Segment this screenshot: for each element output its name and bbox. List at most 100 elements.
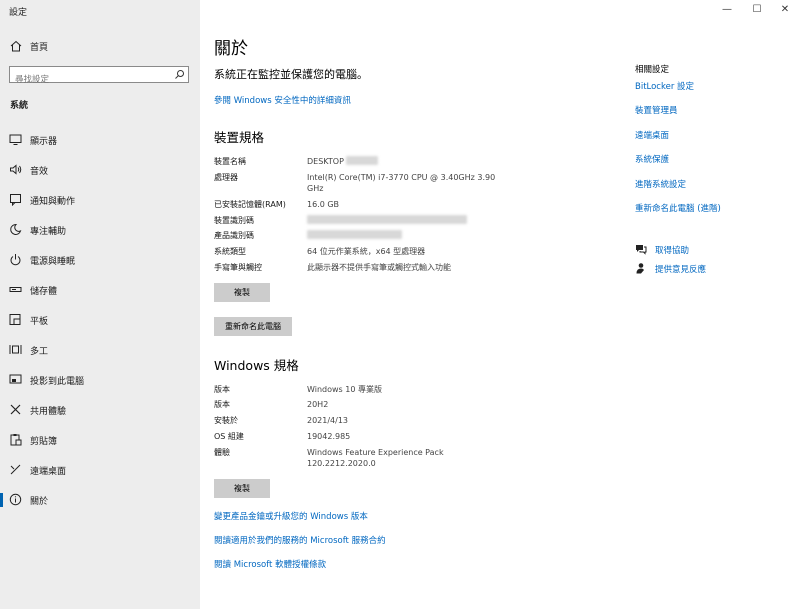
search-icon[interactable] <box>174 69 185 80</box>
sidebar-item-label: 平板 <box>30 317 49 327</box>
system-protection-link[interactable]: 系統保護 <box>635 153 669 165</box>
remote-desktop-link[interactable]: 遠端桌面 <box>635 129 669 141</box>
related-settings-panel: 相關設定 BitLocker 設定 裝置管理員 遠端桌面 系統保護 進階系統設定… <box>635 0 795 609</box>
feedback-item[interactable]: 提供意見反應 <box>635 262 795 276</box>
advanced-system-settings-link[interactable]: 進階系統設定 <box>635 178 686 190</box>
sidebar-item-power[interactable]: 電源與睡眠 <box>0 249 200 271</box>
spec-key: 裝置名稱 <box>214 157 246 166</box>
change-product-key-link[interactable]: 變更產品金鑰或升級您的 Windows 版本 <box>214 510 368 522</box>
spec-key: 裝置識別碼 <box>214 216 254 225</box>
help-chat-icon <box>636 245 647 255</box>
spec-value: 20H2 <box>307 400 329 409</box>
sidebar-item-label: 專注輔助 <box>30 227 67 237</box>
spec-value: 2021/4/13 <box>307 416 349 425</box>
sidebar-item-label: 儲存體 <box>30 287 58 297</box>
windows-specs-heading: Windows 規格 <box>214 358 299 373</box>
spec-value: Windows Feature Experience Pack 120.2212… <box>307 448 444 468</box>
sidebar: 設定 首頁 系統 顯示器 音效 通知與動作 專注輔助 電源與睡眠 儲存體 <box>0 0 200 609</box>
spec-key: 處理器 <box>214 173 238 182</box>
page-title: 關於 <box>214 39 248 59</box>
moon-icon <box>10 223 22 235</box>
spec-value <box>307 230 507 241</box>
sidebar-item-label: 遠端桌面 <box>30 467 67 477</box>
spec-value: Windows 10 專業版 <box>307 385 382 394</box>
share-icon <box>10 404 21 415</box>
spec-key: 版本 <box>214 400 230 409</box>
rename-pc-button[interactable]: 重新命名此電腦 <box>214 317 292 336</box>
service-agreement-link[interactable]: 閱讀適用於我們的服務的 Microsoft 服務合約 <box>214 534 386 546</box>
sidebar-item-shared-experiences[interactable]: 共用體驗 <box>0 399 200 421</box>
license-terms-link[interactable]: 閱讀 Microsoft 軟體授權條款 <box>214 558 326 570</box>
project-icon <box>9 374 22 384</box>
clipboard-icon <box>10 434 22 446</box>
redacted-mask <box>307 230 402 239</box>
sidebar-item-clipboard[interactable]: 剪貼簿 <box>0 429 200 451</box>
storage-icon <box>9 287 22 292</box>
spec-key: 手寫筆與觸控 <box>214 263 262 272</box>
active-indicator <box>0 493 3 507</box>
sidebar-item-label: 顯示器 <box>30 137 58 147</box>
monitor-icon <box>9 134 22 145</box>
sidebar-item-focus-assist[interactable]: 專注輔助 <box>0 219 200 241</box>
sidebar-item-sound[interactable]: 音效 <box>0 159 200 181</box>
spec-key: 產品識別碼 <box>214 231 254 240</box>
multitask-icon <box>9 345 22 354</box>
device-name-value: DESKTOP <box>307 157 344 166</box>
device-manager-link[interactable]: 裝置管理員 <box>635 104 678 116</box>
sidebar-item-label: 關於 <box>30 497 49 507</box>
rename-pc-advanced-link[interactable]: 重新命名此電腦 (進階) <box>635 202 721 214</box>
feedback-link[interactable]: 提供意見反應 <box>655 263 706 275</box>
feedback-icon <box>636 263 644 274</box>
sidebar-item-notifications[interactable]: 通知與動作 <box>0 189 200 211</box>
get-help-link[interactable]: 取得協助 <box>655 244 689 256</box>
spec-value: 16.0 GB <box>307 200 340 209</box>
sidebar-item-about[interactable]: 關於 <box>0 489 200 511</box>
sidebar-item-label: 投影到此電腦 <box>30 377 85 387</box>
sidebar-item-label: 多工 <box>30 347 49 357</box>
copy-windows-specs-button[interactable]: 複製 <box>214 479 270 498</box>
bitlocker-settings-link[interactable]: BitLocker 設定 <box>635 80 694 92</box>
sidebar-item-storage[interactable]: 儲存體 <box>0 279 200 301</box>
info-icon <box>9 493 22 506</box>
sidebar-section-label: 系統 <box>10 101 29 111</box>
sidebar-item-display[interactable]: 顯示器 <box>0 129 200 151</box>
sidebar-item-label: 音效 <box>30 167 49 177</box>
security-details-link[interactable]: 參閱 Windows 安全性中的詳細資訊 <box>214 94 351 106</box>
spec-key: 體驗 <box>214 448 230 457</box>
spec-value: 64 位元作業系統，x64 型處理器 <box>307 247 426 256</box>
related-settings-heading: 相關設定 <box>635 65 670 75</box>
device-specs-heading: 裝置規格 <box>214 130 265 145</box>
tablet-icon <box>9 314 21 325</box>
sidebar-item-multitasking[interactable]: 多工 <box>0 339 200 361</box>
spec-key: 系統類型 <box>214 247 246 256</box>
search-input[interactable] <box>10 72 170 88</box>
search-field[interactable] <box>9 66 189 88</box>
spec-value <box>307 215 507 226</box>
spec-key: OS 組建 <box>214 432 244 441</box>
spec-value: 此顯示器不提供手寫筆或觸控式輸入功能 <box>307 263 451 272</box>
sidebar-item-tablet[interactable]: 平板 <box>0 309 200 331</box>
app-title: 設定 <box>9 8 28 18</box>
sidebar-item-remote-desktop[interactable]: 遠端桌面 <box>0 459 200 481</box>
remote-icon <box>10 464 21 475</box>
copy-device-specs-button[interactable]: 複製 <box>214 283 270 302</box>
spec-key: 安裝於 <box>214 416 238 425</box>
sidebar-home[interactable]: 首頁 <box>0 36 200 56</box>
redacted-mask <box>307 215 467 224</box>
notification-icon <box>10 194 21 206</box>
sidebar-item-label: 共用體驗 <box>30 407 67 417</box>
sidebar-item-label: 電源與睡眠 <box>30 257 76 267</box>
spec-value: 19042.985 <box>307 432 351 441</box>
spec-key: 已安裝記憶體(RAM) <box>214 200 286 209</box>
home-icon <box>10 40 22 52</box>
get-help-item[interactable]: 取得協助 <box>635 243 795 257</box>
sidebar-item-label: 剪貼簿 <box>30 437 58 447</box>
sidebar-home-label: 首頁 <box>30 43 49 53</box>
sidebar-item-project[interactable]: 投影到此電腦 <box>0 369 200 391</box>
protection-status: 系統正在監控並保護您的電腦。 <box>214 68 368 81</box>
spec-key: 版本 <box>214 385 230 394</box>
power-icon <box>10 254 21 266</box>
redacted-mask <box>345 156 378 165</box>
main-content: 關於 系統正在監控並保護您的電腦。 參閱 Windows 安全性中的詳細資訊 裝… <box>214 0 614 609</box>
spec-value: Intel(R) Core(TM) i7-3770 CPU @ 3.40GHz … <box>307 173 496 193</box>
